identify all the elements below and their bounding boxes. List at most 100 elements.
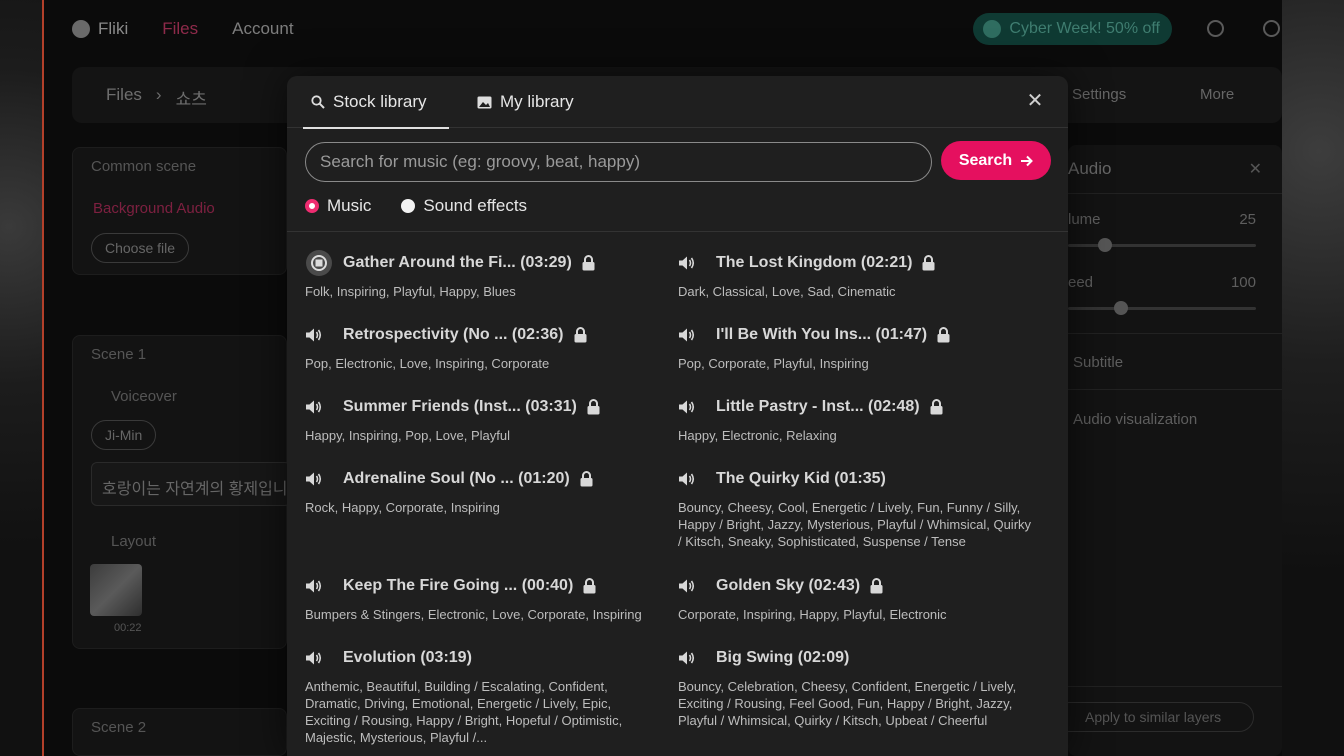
- speaker-icon[interactable]: [305, 575, 333, 597]
- radio-sound-effects-label[interactable]: Sound effects: [423, 196, 527, 216]
- choose-file-button[interactable]: Choose file: [91, 233, 190, 263]
- speed-slider-knob[interactable]: [1114, 301, 1128, 315]
- scene-1-panel: Scene 1 Voiceover Ji-Min 호랑이는 자연계의 황제입니 …: [72, 335, 291, 649]
- track-item[interactable]: Keep The Fire Going ... (00:40) Bumpers &…: [305, 575, 660, 623]
- lock-icon: [582, 255, 596, 271]
- left-background: [0, 0, 44, 756]
- apply-similar-layers-button[interactable]: Apply to similar layers: [1054, 702, 1254, 732]
- speaker-icon[interactable]: [678, 647, 706, 669]
- modal-divider: [287, 231, 1068, 232]
- apply-similar-label: Apply to similar layers: [1085, 709, 1222, 725]
- audio-panel-close-icon[interactable]: ✕: [1249, 159, 1262, 179]
- tab-stock-library-label: Stock library: [333, 92, 427, 111]
- speaker-icon[interactable]: [678, 468, 706, 490]
- track-title: Retrospectivity (No ... (02:36): [343, 326, 564, 343]
- voiceover-label: Voiceover: [111, 388, 177, 405]
- more-button[interactable]: More: [1200, 86, 1234, 103]
- radio-music-label[interactable]: Music: [327, 196, 371, 216]
- speaker-icon[interactable]: [678, 324, 706, 346]
- track-title: Big Swing (02:09): [716, 649, 850, 666]
- breadcrumb-separator: ›: [155, 85, 162, 104]
- speaker-icon[interactable]: [305, 468, 333, 490]
- track-title: Gather Around the Fi... (03:29): [343, 254, 572, 271]
- speaker-icon[interactable]: [678, 252, 706, 274]
- track-item[interactable]: I'll Be With You Ins... (01:47) Pop, Corp…: [678, 324, 1033, 372]
- volume-slider[interactable]: [1068, 244, 1256, 247]
- scene-2-title: Scene 2: [91, 719, 147, 736]
- track-title: Golden Sky (02:43): [716, 577, 861, 594]
- layout-thumbnail[interactable]: [90, 564, 142, 616]
- help-icon[interactable]: [1263, 20, 1280, 37]
- track-title: Adrenaline Soul (No ... (01:20): [343, 470, 570, 487]
- speaker-icon[interactable]: [305, 324, 333, 346]
- track-item[interactable]: Golden Sky (02:43) Corporate, Inspiring, …: [678, 575, 1033, 623]
- track-title: I'll Be With You Ins... (01:47): [716, 326, 928, 343]
- promo-badge[interactable]: Cyber Week! 50% off: [973, 13, 1172, 45]
- nav-files[interactable]: Files: [162, 19, 198, 39]
- track-item[interactable]: The Quirky Kid (01:35) Bouncy, Cheesy, Co…: [678, 468, 1033, 550]
- speaker-icon[interactable]: [305, 647, 333, 669]
- audio-panel-title: Audio: [1068, 159, 1112, 178]
- script-textbox[interactable]: 호랑이는 자연계의 황제입니: [91, 462, 291, 506]
- track-tags: Dark, Classical, Love, Sad, Cinematic: [678, 284, 896, 299]
- lock-icon: [574, 327, 588, 343]
- background-audio-label[interactable]: Background Audio: [93, 200, 215, 217]
- track-tags: Anthemic, Beautiful, Building / Escalati…: [305, 679, 623, 745]
- audio-visualization-option[interactable]: Audio visualization: [1073, 411, 1197, 428]
- subtitle-option[interactable]: Subtitle: [1073, 354, 1123, 371]
- lock-icon: [583, 578, 597, 594]
- track-tags: Corporate, Inspiring, Happy, Playful, El…: [678, 607, 947, 622]
- track-item[interactable]: The Lost Kingdom (02:21) Dark, Classical,…: [678, 252, 1033, 300]
- speed-label: eed: [1068, 274, 1094, 291]
- top-navigation: Fliki Files Account Cyber Week! 50% off: [46, 0, 1282, 58]
- track-tags: Happy, Electronic, Relaxing: [678, 428, 837, 443]
- track-item[interactable]: Adrenaline Soul (No ... (01:20) Rock, Hap…: [305, 468, 660, 516]
- settings-button[interactable]: Settings: [1072, 86, 1126, 103]
- track-item[interactable]: Gather Around the Fi... (03:29) Folk, Ins…: [305, 250, 660, 300]
- volume-slider-knob[interactable]: [1098, 238, 1112, 252]
- radio-music[interactable]: [305, 199, 319, 213]
- radio-sound-effects[interactable]: [401, 199, 416, 213]
- track-item[interactable]: Summer Friends (Inst... (03:31) Happy, In…: [305, 396, 660, 444]
- speaker-icon[interactable]: [305, 396, 333, 418]
- tab-my-library[interactable]: My library: [477, 76, 574, 128]
- speed-slider[interactable]: [1068, 307, 1256, 310]
- tab-stock-library[interactable]: Stock library: [303, 76, 448, 129]
- search-button[interactable]: Search: [941, 141, 1051, 180]
- track-tags: Bumpers & Stingers, Electronic, Love, Co…: [305, 607, 642, 622]
- track-item[interactable]: Big Swing (02:09) Bouncy, Celebration, Ch…: [678, 647, 1033, 729]
- search-icon: [311, 95, 325, 109]
- nav-account[interactable]: Account: [232, 19, 293, 39]
- lock-icon: [930, 399, 944, 415]
- fliki-logo-icon: [72, 20, 90, 38]
- track-title: Little Pastry - Inst... (02:48): [716, 398, 920, 415]
- right-background: [1282, 0, 1344, 756]
- speaker-icon[interactable]: [678, 396, 706, 418]
- breadcrumb-current[interactable]: 쇼츠: [176, 85, 207, 110]
- scene-2-panel: Scene 2: [72, 708, 287, 756]
- close-icon[interactable]: ✕: [1026, 91, 1044, 111]
- breadcrumb-files[interactable]: Files: [106, 85, 142, 110]
- speaker-icon[interactable]: [678, 575, 706, 597]
- track-item[interactable]: Retrospectivity (No ... (02:36) Pop, Elec…: [305, 324, 660, 372]
- track-tags: Rock, Happy, Corporate, Inspiring: [305, 500, 500, 515]
- voice-chip[interactable]: Ji-Min: [91, 420, 157, 450]
- promo-text: Cyber Week! 50% off: [1009, 20, 1160, 37]
- brand[interactable]: Fliki: [72, 19, 128, 39]
- dark-mode-icon[interactable]: [1207, 20, 1224, 37]
- track-item[interactable]: Evolution (03:19) Anthemic, Beautiful, Bu…: [305, 647, 660, 746]
- lock-icon: [937, 327, 951, 343]
- track-title: The Quirky Kid (01:35): [716, 470, 886, 487]
- track-title: Evolution (03:19): [343, 649, 472, 666]
- lock-icon: [870, 578, 884, 594]
- layout-label: Layout: [111, 533, 157, 550]
- thumbnail-duration: 00:22: [114, 622, 142, 634]
- stop-playback-icon[interactable]: [305, 250, 333, 276]
- track-tags: Folk, Inspiring, Playful, Happy, Blues: [305, 284, 516, 299]
- modal-tabs: Stock library My library ✕: [287, 76, 1068, 129]
- track-item[interactable]: Little Pastry - Inst... (02:48) Happy, El…: [678, 396, 1033, 444]
- music-search-input[interactable]: [305, 142, 932, 182]
- lock-icon: [580, 471, 594, 487]
- lock-icon: [587, 399, 601, 415]
- speed-value: 100: [1230, 274, 1256, 291]
